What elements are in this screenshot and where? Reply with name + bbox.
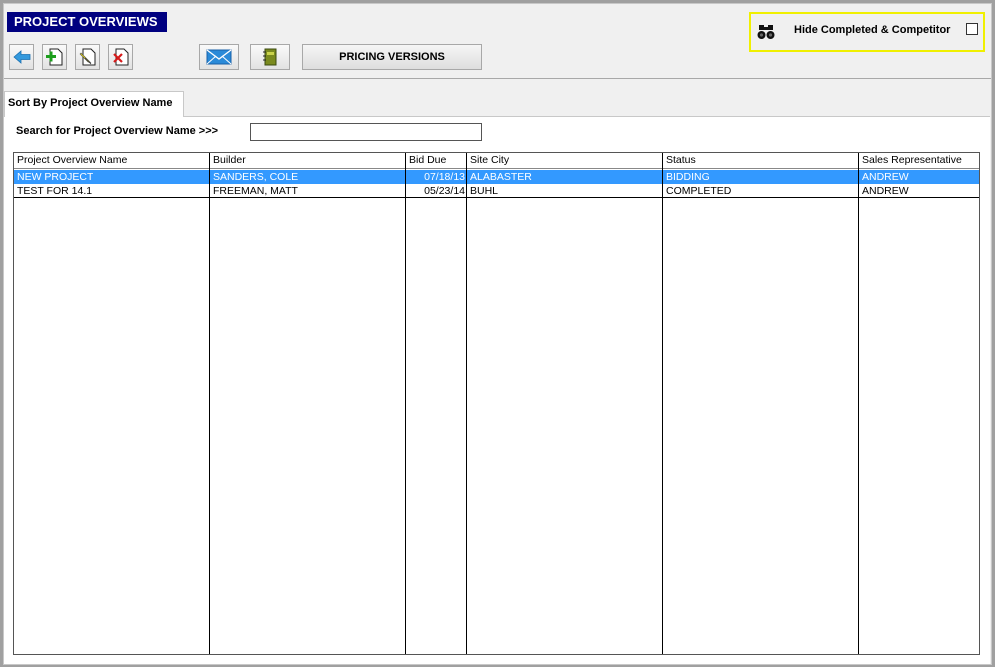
delete-project-button[interactable]	[108, 44, 133, 70]
cell-builder: SANDERS, COLE	[213, 171, 299, 183]
toolbar-divider	[4, 78, 991, 79]
column-header-sales-rep[interactable]: Sales Representative	[862, 154, 962, 166]
edit-document-icon	[79, 48, 95, 66]
column-divider[interactable]	[466, 153, 467, 654]
window: PROJECT OVERVIEWS PRICING VERSIONS Hide …	[3, 3, 992, 665]
table-row[interactable]: NEW PROJECT SANDERS, COLE 07/18/13 ALABA…	[14, 170, 979, 184]
cell-site-city: ALABASTER	[470, 171, 532, 183]
search-input[interactable]	[250, 123, 482, 141]
back-arrow-icon	[12, 50, 30, 64]
cell-builder: FREEMAN, MATT	[213, 185, 298, 197]
binoculars-icon	[757, 25, 775, 39]
table-row[interactable]: TEST FOR 14.1 FREEMAN, MATT 05/23/14 BUH…	[14, 184, 979, 198]
back-button[interactable]	[9, 44, 34, 70]
notebook-icon	[263, 48, 277, 66]
page-title: PROJECT OVERVIEWS	[7, 12, 167, 32]
hide-completed-checkbox[interactable]	[966, 23, 978, 35]
cell-sales-rep: ANDREW	[862, 185, 909, 197]
filter-box: Hide Completed & Competitor	[749, 12, 985, 52]
cell-status: BIDDING	[666, 171, 710, 183]
edit-project-button[interactable]	[75, 44, 100, 70]
column-header-status[interactable]: Status	[666, 154, 696, 166]
cell-bid-due: 05/23/14	[424, 185, 465, 197]
column-divider[interactable]	[858, 153, 859, 654]
cell-name: NEW PROJECT	[17, 171, 94, 183]
add-document-icon	[45, 48, 62, 66]
pricing-versions-button[interactable]: PRICING VERSIONS	[302, 44, 482, 70]
notebook-button[interactable]	[250, 44, 290, 70]
column-divider[interactable]	[662, 153, 663, 654]
column-divider[interactable]	[209, 153, 210, 654]
tab-sort-by-name[interactable]: Sort By Project Overview Name	[4, 91, 184, 117]
column-header-builder[interactable]: Builder	[213, 154, 246, 166]
email-button[interactable]	[199, 44, 239, 70]
column-header-bid-due[interactable]: Bid Due	[409, 154, 446, 166]
column-divider[interactable]	[405, 153, 406, 654]
cell-site-city: BUHL	[470, 185, 499, 197]
add-project-button[interactable]	[42, 44, 67, 70]
tab-panel: Search for Project Overview Name >>> Pro…	[4, 116, 990, 664]
table-header: Project Overview Name Builder Bid Due Si…	[14, 153, 979, 169]
cell-bid-due: 07/18/13	[424, 171, 465, 183]
project-table: Project Overview Name Builder Bid Due Si…	[13, 152, 980, 655]
hide-completed-label: Hide Completed & Competitor	[794, 24, 951, 36]
email-icon	[206, 49, 232, 65]
cell-name: TEST FOR 14.1	[17, 185, 93, 197]
delete-document-icon	[112, 48, 128, 66]
search-label: Search for Project Overview Name >>>	[16, 125, 219, 137]
column-header-name[interactable]: Project Overview Name	[17, 154, 127, 166]
cell-sales-rep: ANDREW	[862, 171, 909, 183]
cell-status: COMPLETED	[666, 185, 732, 197]
column-header-site-city[interactable]: Site City	[470, 154, 509, 166]
